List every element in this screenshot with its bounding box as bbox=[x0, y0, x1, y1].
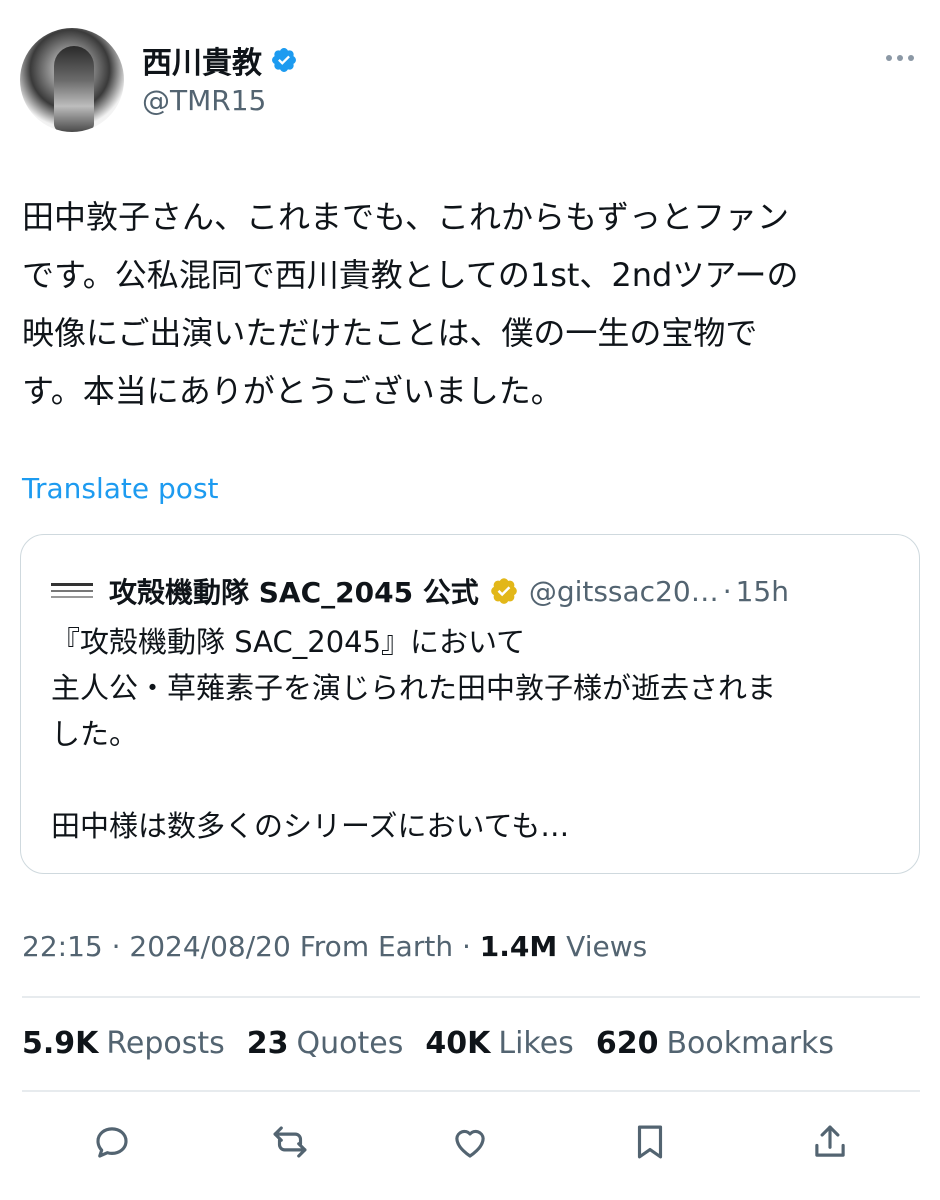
quoted-time[interactable]: 15h bbox=[736, 575, 789, 608]
views-count: 1.4M bbox=[479, 930, 558, 963]
repost-icon[interactable] bbox=[262, 1114, 318, 1170]
reply-icon[interactable] bbox=[84, 1114, 140, 1170]
quoted-tweet-header: 攻殻機動隊 SAC_2045 公式 @gitssac20… · 15h bbox=[51, 571, 789, 611]
quotes-stat[interactable]: 23 Quotes bbox=[247, 1026, 404, 1061]
quoted-tweet-card[interactable]: 攻殻機動隊 SAC_2045 公式 @gitssac20… · 15h 『攻殻機… bbox=[20, 534, 920, 874]
quoted-separator: · bbox=[722, 574, 732, 608]
user-handle[interactable]: @TMR15 bbox=[142, 84, 266, 117]
reposts-stat[interactable]: 5.9K Reposts bbox=[22, 1026, 225, 1061]
tweet-meta: 22:15 · 2024/08/20 From Earth · 1.4M Vie… bbox=[22, 930, 648, 963]
divider bbox=[22, 1090, 920, 1092]
display-name[interactable]: 西川貴教 bbox=[142, 38, 262, 82]
avatar[interactable] bbox=[20, 28, 124, 132]
tweet-time[interactable]: 22:15 bbox=[22, 930, 103, 963]
tweet-source: From Earth bbox=[299, 930, 454, 963]
quoted-display-name[interactable]: 攻殻機動隊 SAC_2045 公式 bbox=[109, 571, 479, 611]
gold-verified-badge-icon bbox=[491, 578, 517, 604]
more-icon[interactable] bbox=[882, 48, 918, 68]
translate-post-link[interactable]: Translate post bbox=[22, 472, 219, 505]
share-icon[interactable] bbox=[802, 1114, 858, 1170]
bookmark-icon[interactable] bbox=[622, 1114, 678, 1170]
likes-stat[interactable]: 40K Likes bbox=[425, 1026, 573, 1061]
avatar-figure bbox=[54, 46, 94, 132]
like-icon[interactable] bbox=[442, 1114, 498, 1170]
action-bar bbox=[0, 1114, 940, 1170]
views-label: Views bbox=[566, 930, 648, 963]
author-name-row: 西川貴教 bbox=[142, 38, 298, 82]
tweet-date[interactable]: 2024/08/20 bbox=[129, 930, 290, 963]
bookmarks-stat[interactable]: 620 Bookmarks bbox=[596, 1026, 834, 1061]
quoted-handle[interactable]: @gitssac20… bbox=[529, 575, 719, 608]
divider bbox=[22, 996, 920, 998]
quoted-tweet-text: 『攻殻機動隊 SAC_2045』において 主人公・草薙素子を演じられた田中敦子様… bbox=[51, 625, 777, 843]
tweet-text: 田中敦子さん、これまでも、これからもずっとファン です。公私混同で西川貴教として… bbox=[22, 198, 799, 410]
quoted-account-logo bbox=[51, 581, 93, 601]
verified-badge-icon bbox=[272, 48, 296, 72]
engagement-stats: 5.9K Reposts 23 Quotes 40K Likes 620 Bookmar… bbox=[22, 1026, 834, 1061]
